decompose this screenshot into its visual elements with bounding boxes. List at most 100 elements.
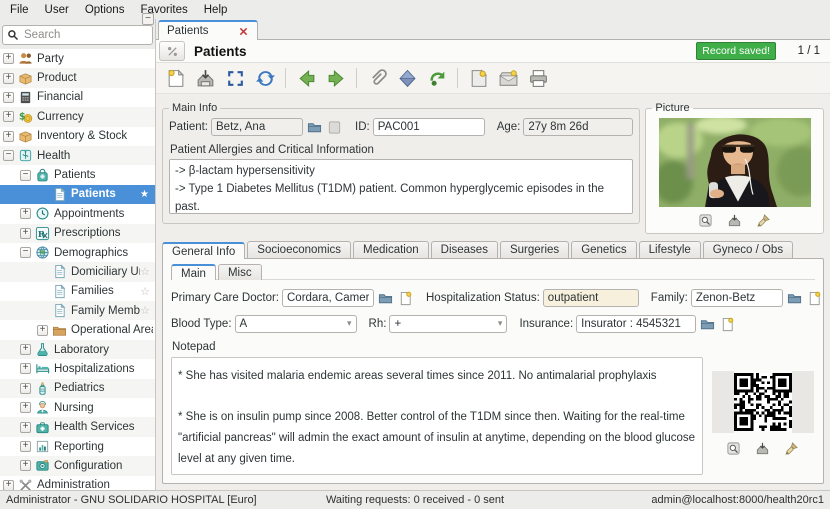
tab-gyneco-obs[interactable]: Gyneco / Obs [702, 241, 794, 258]
save-small-button[interactable] [755, 440, 771, 456]
search-input[interactable] [22, 28, 148, 42]
attachment-button[interactable] [364, 65, 390, 91]
tree-expander-icon[interactable]: + [3, 479, 14, 490]
tree-expander-icon[interactable]: − [3, 150, 14, 162]
zoom-button[interactable] [698, 212, 714, 228]
age-input[interactable] [523, 118, 634, 136]
sidebar-item-health[interactable]: − Health [0, 145, 155, 166]
sidebar-item-hospitalizations[interactable]: + Hospitalizations [0, 359, 155, 378]
tree-expander-icon[interactable]: + [3, 111, 14, 123]
tab-diseases[interactable]: Diseases [430, 241, 498, 258]
sidebar-item-families[interactable]: Families ☆ [0, 282, 155, 301]
sidebar-item-currency[interactable]: + $ Currency [0, 107, 155, 127]
tab-surgeries[interactable]: Surgeries [499, 241, 570, 258]
sidebar-item-financial[interactable]: + Financial [0, 88, 155, 107]
save-small-button[interactable] [727, 212, 743, 228]
new-insurance-button[interactable] [719, 316, 736, 333]
new-record-button[interactable] [162, 65, 188, 91]
next-button[interactable] [323, 65, 349, 91]
action-button[interactable] [424, 65, 450, 91]
tree-expander-icon[interactable]: + [37, 324, 48, 336]
clear-brush-button[interactable] [784, 440, 800, 456]
tree-expander-icon[interactable]: + [20, 382, 31, 394]
tree-expander-icon[interactable]: − [20, 247, 31, 259]
sidebar-item-laboratory[interactable]: + Laboratory [0, 339, 155, 360]
tree-expander-icon[interactable]: + [20, 227, 31, 239]
sidebar-item-reporting[interactable]: + Reporting [0, 437, 155, 456]
sidebar-item-patients[interactable]: Patients ★ [0, 184, 155, 205]
print-button[interactable] [525, 65, 551, 91]
sidebar-item-nursing[interactable]: + Nursing [0, 398, 155, 417]
sidebar-item-family-members[interactable]: Family Members☆ [0, 301, 155, 321]
clear-brush-button[interactable] [756, 212, 772, 228]
tree-expander-icon[interactable]: − [20, 169, 31, 181]
menu-options[interactable]: Options [77, 1, 133, 19]
tab-patients[interactable]: Patients [158, 20, 258, 40]
tree-expander-icon[interactable]: + [20, 421, 31, 433]
tree-expander-icon[interactable]: + [3, 130, 14, 142]
switch-view-button[interactable] [222, 65, 248, 91]
sidebar-item-health-services[interactable]: + Health Services [0, 417, 155, 437]
sidebar-item-demographics[interactable]: − Demographics [0, 243, 155, 262]
rh-select[interactable]: + ▾ [389, 315, 508, 333]
new-doctor-button[interactable] [397, 290, 414, 307]
previous-button[interactable] [293, 65, 319, 91]
new-family-button[interactable] [806, 290, 823, 307]
tree-expander-icon[interactable]: + [3, 72, 14, 84]
sidebar-item-patients[interactable]: − Patients [0, 165, 155, 184]
subtab-main[interactable]: Main [171, 264, 216, 280]
sidebar-item-inventory-stock[interactable]: + Inventory & Stock [0, 127, 155, 146]
tab-general-info[interactable]: General Info [162, 242, 246, 259]
sidebar-item-appointments[interactable]: + Appointments [0, 204, 155, 223]
sidebar-collapse-button[interactable]: − [142, 13, 154, 25]
email-button[interactable] [495, 65, 521, 91]
blood-type-select[interactable]: A ▾ [234, 315, 357, 333]
open-insurance-button[interactable] [699, 316, 716, 333]
tree-expander-icon[interactable]: + [20, 460, 31, 472]
new-patient-button[interactable] [326, 119, 343, 136]
insurance-input[interactable] [576, 315, 697, 333]
tree-expander-icon[interactable]: + [20, 344, 31, 356]
id-input[interactable] [372, 118, 485, 136]
sidebar-item-configuration[interactable]: + Configuration [0, 456, 155, 476]
tab-close-icon[interactable] [239, 26, 249, 36]
sidebar-item-product[interactable]: + Product [0, 68, 155, 88]
switch-view-header-button[interactable] [159, 41, 185, 61]
sidebar-item-prescriptions[interactable]: + R Prescriptions [0, 223, 155, 243]
tree-expander-icon[interactable]: + [3, 91, 14, 103]
tree-expander-icon[interactable]: + [20, 441, 31, 452]
tab-genetics[interactable]: Genetics [571, 241, 637, 258]
sidebar-item-administration[interactable]: + Administration [0, 476, 155, 490]
menu-help[interactable]: Help [196, 1, 236, 19]
menu-file[interactable]: File [2, 1, 37, 19]
tree-expander-icon[interactable]: + [20, 208, 31, 220]
subtab-misc[interactable]: Misc [217, 264, 262, 280]
primary-care-doctor-input[interactable] [282, 289, 374, 307]
menu-user[interactable]: User [37, 1, 77, 19]
family-input[interactable] [690, 289, 783, 307]
favorite-star-icon[interactable]: ☆ [140, 265, 153, 278]
zoom-button[interactable] [726, 440, 742, 456]
sidebar-item-domiciliary-units[interactable]: Domiciliary Units☆ [0, 262, 155, 282]
save-button[interactable] [192, 65, 218, 91]
tree-expander-icon[interactable]: + [3, 53, 14, 65]
tab-medication[interactable]: Medication [353, 241, 429, 258]
favorite-star-icon[interactable]: ☆ [140, 304, 153, 317]
favorite-star-icon[interactable]: ☆ [140, 285, 153, 298]
open-family-button[interactable] [786, 290, 803, 307]
open-patient-button[interactable] [306, 119, 323, 136]
allergies-textarea[interactable]: -> β-lactam hypersensitivity -> Type 1 D… [169, 159, 634, 214]
search-box[interactable] [2, 25, 153, 45]
notepad-textarea[interactable]: * She has visited malaria endemic areas … [171, 357, 703, 475]
refresh-button[interactable] [252, 65, 278, 91]
tree-expander-icon[interactable]: + [20, 363, 31, 375]
sidebar-item-operational-areas[interactable]: + Operational Areas [0, 320, 155, 339]
note-button[interactable] [394, 65, 420, 91]
tree-expander-icon[interactable]: + [20, 402, 31, 414]
tab-socioeconomics[interactable]: Socioeconomics [247, 241, 352, 258]
hospitalization-status-input[interactable] [542, 289, 639, 307]
sidebar-item-party[interactable]: + Party [0, 49, 155, 68]
sidebar-item-pediatrics[interactable]: + Pediatrics [0, 378, 155, 399]
report-button[interactable] [465, 65, 491, 91]
open-doctor-button[interactable] [377, 290, 394, 307]
